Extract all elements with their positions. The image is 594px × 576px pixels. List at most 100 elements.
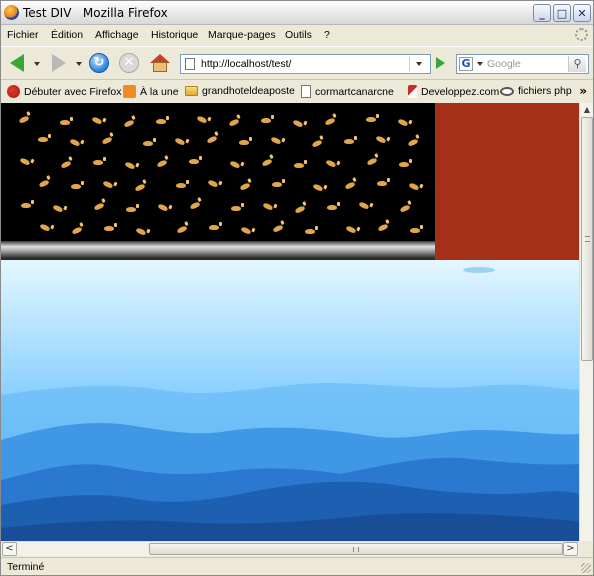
go-button[interactable] [432,52,448,74]
scroll-up-arrow-icon[interactable]: ▲ [581,103,593,117]
bird-pattern-icon [231,203,244,211]
vertical-scroll-thumb[interactable] [581,117,593,361]
google-engine-icon[interactable]: G [459,57,473,71]
bird-pattern-icon [207,179,219,188]
forward-history-dropdown-icon[interactable] [76,62,82,66]
eye-icon [500,86,514,96]
search-box[interactable]: G Google ⚲ [456,54,589,74]
bird-pattern-icon [52,204,64,213]
bird-pattern-icon [305,226,318,234]
bird-pattern-icon [104,223,117,231]
search-input[interactable]: Google [487,58,521,70]
reload-button[interactable]: ↻ [88,52,110,74]
bird-pattern-banner [1,103,435,260]
bird-pattern-icon [327,202,340,210]
resize-grip-icon[interactable] [581,563,591,573]
bird-pattern-icon [19,157,31,166]
search-go-icon[interactable]: ⚲ [568,56,586,72]
bird-pattern-icon [21,200,34,208]
bird-pattern-icon [272,179,285,187]
bird-pattern-icon [196,115,208,124]
menu-marque-pages[interactable]: Marque-pages [208,29,276,41]
title-bar[interactable]: Test DIV Mozilla Firefox _ □ ✕ [1,1,593,25]
bird-pattern-icon [261,158,273,167]
bird-pattern-icon [189,201,201,210]
scrollbar-corner [579,541,593,556]
bird-pattern-icon [93,157,106,165]
back-history-dropdown-icon[interactable] [34,62,40,66]
bird-pattern-icon [366,157,378,166]
vertical-scrollbar[interactable]: ▲ [579,103,593,541]
bird-pattern-icon [399,159,412,167]
red-block [435,103,579,260]
window-title: Test DIV Mozilla Firefox [23,6,168,20]
bird-pattern-icon [345,225,357,234]
bookmarks-toolbar: Débuter avec Firefox À la une grandhotel… [1,79,593,103]
bird-pattern-icon [124,161,136,170]
bird-pattern-icon [407,138,419,147]
bird-pattern-icon [18,115,30,124]
scroll-left-arrow-icon[interactable]: < [2,542,17,556]
bird-pattern-icon [272,224,284,233]
bookmark-debuter-avec-firefox[interactable]: Débuter avec Firefox [7,85,121,98]
minimize-icon: _ [539,6,545,20]
url-input[interactable]: http://localhost/test/ [201,58,291,70]
bookmark-developpez[interactable]: Developpez.com [408,85,499,98]
bird-pattern-icon [143,138,156,146]
engine-dropdown-icon[interactable] [477,62,483,66]
bird-pattern-icon [344,136,357,144]
bird-pattern-icon [209,222,222,230]
bird-pattern-icon [239,137,252,145]
maximize-button[interactable]: □ [553,4,571,22]
bird-pattern-icon [366,114,379,122]
scroll-right-arrow-icon[interactable]: > [563,542,578,556]
minimize-button[interactable]: _ [533,4,551,22]
horizontal-scrollbar[interactable]: < > [1,541,579,556]
grip-icon [585,236,590,242]
bookmark-grandhoteldeaposte[interactable]: grandhoteldeaposte [185,85,295,97]
bird-pattern-icon [239,182,251,191]
menu-help[interactable]: ? [324,29,330,41]
home-icon [150,54,170,72]
bookmark-cormartcanarcne[interactable]: cormartcanarcne [301,85,394,98]
navigation-toolbar: ↻ ✕ http://localhost/test/ G Google ⚲ [1,46,593,78]
bird-pattern-icon [135,227,147,236]
bookmark-fichiers-php[interactable]: fichiers php [500,85,572,97]
maximize-icon: □ [556,6,568,20]
bookmark-label: Débuter avec Firefox [24,85,122,98]
url-history-dropdown-icon[interactable] [416,62,422,66]
back-arrow-icon [10,54,24,72]
menu-fichier[interactable]: Fichier [7,29,39,41]
forward-arrow-icon [52,54,66,72]
menu-bar: Fichier Édition Affichage Historique Mar… [1,25,593,46]
reload-icon: ↻ [89,53,109,73]
back-button[interactable] [5,52,29,74]
status-text: Terminé [7,561,45,573]
horizontal-scroll-thumb[interactable] [149,543,563,555]
bird-pattern-icon [93,202,105,211]
home-button[interactable] [149,52,171,74]
bookmark-a-la-une[interactable]: À la une [123,85,179,98]
bird-pattern-icon [38,134,51,142]
menu-historique[interactable]: Historique [151,29,198,41]
bookmarks-overflow-chevron-icon[interactable]: » [579,84,587,98]
stop-button[interactable]: ✕ [118,52,140,74]
page-content [1,103,579,541]
bird-pattern-icon [134,183,146,192]
menu-edition[interactable]: Édition [51,29,83,41]
menu-affichage[interactable]: Affichage [95,29,139,41]
bird-pattern-icon [38,179,50,188]
bird-pattern-icon [156,159,168,168]
url-divider [409,57,410,71]
close-button[interactable]: ✕ [573,4,591,22]
page-icon [301,85,311,98]
menu-outils[interactable]: Outils [285,29,312,41]
bird-pattern-icon [101,136,113,145]
metal-bar-image [1,241,435,260]
bird-pattern-icon [71,181,84,189]
url-bar[interactable]: http://localhost/test/ [180,54,431,74]
bird-pattern-icon [344,181,356,190]
forward-button[interactable] [47,52,71,74]
throbber-icon [575,28,588,41]
bird-pattern-icon [91,116,103,125]
